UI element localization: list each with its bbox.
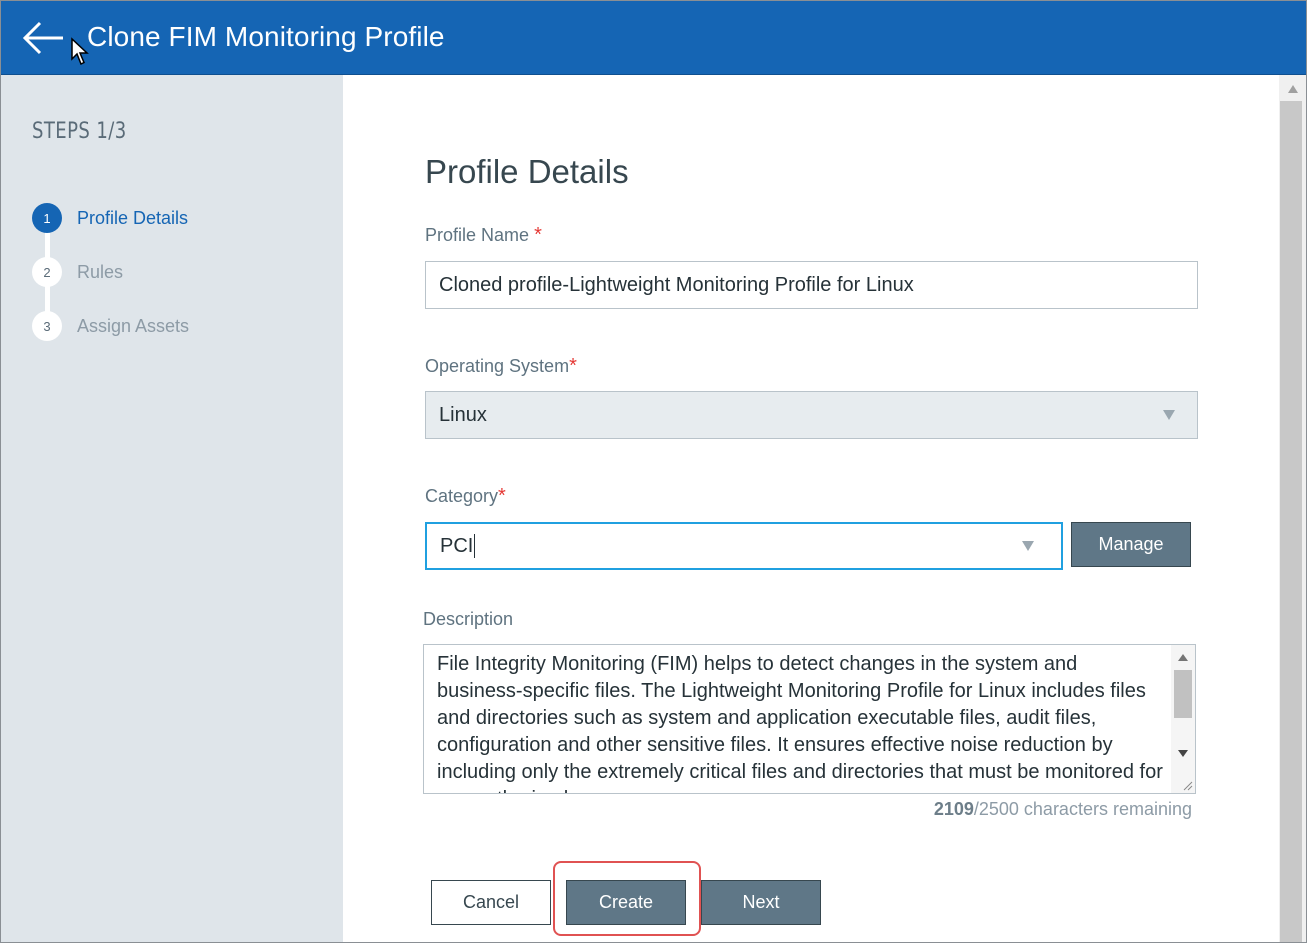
scroll-up-icon[interactable] [1178,654,1188,661]
header-bar: Clone FIM Monitoring Profile [1,1,1306,75]
description-label: Description [423,609,514,629]
steps-counter: STEPS 1/3 [32,119,127,144]
cancel-button[interactable]: Cancel [431,880,551,925]
chars-max-text: /2500 characters remaining [973,799,1192,819]
required-marker: * [498,485,506,507]
required-marker: * [534,224,542,246]
chevron-down-icon [1163,410,1175,420]
resize-grip-icon[interactable] [1181,779,1193,791]
page-title: Clone FIM Monitoring Profile [87,21,445,52]
step-rules[interactable]: 2 Rules [32,257,123,287]
profile-name-input[interactable]: Cloned profile-Lightweight Monitoring Pr… [425,261,1198,309]
chars-remaining: 2109 [933,799,974,819]
operating-system-label: Operating System* [425,355,577,377]
text-cursor [474,534,476,558]
required-marker: * [569,355,577,377]
create-button[interactable]: Create [566,880,686,925]
step-label: Rules [77,261,124,282]
section-title: Profile Details [425,153,629,190]
category-select[interactable]: PCI [425,522,1063,570]
page-scrollbar[interactable] [1279,75,1306,942]
scroll-up-icon[interactable] [1288,85,1298,93]
scrollbar-thumb[interactable] [1174,670,1192,718]
step-profile-details[interactable]: 1 Profile Details [32,203,188,233]
step-label: Profile Details [77,207,189,228]
category-value: PCI [440,534,474,557]
step-number: 1 [32,203,62,233]
operating-system-value: Linux [439,403,487,426]
mouse-pointer-icon [71,37,89,66]
scroll-down-icon[interactable] [1178,750,1188,757]
description-textarea[interactable]: File Integrity Monitoring (FIM) helps to… [423,644,1196,794]
category-label: Category* [425,485,506,507]
step-number: 3 [32,311,62,341]
profile-name-label: Profile Name * [425,224,542,246]
arrow-left-icon [22,21,63,55]
manage-button[interactable]: Manage [1071,522,1191,567]
character-counter: 2109/2500 characters remaining [934,799,1192,820]
step-assign-assets[interactable]: 3 Assign Assets [32,311,189,341]
operating-system-select[interactable]: Linux [425,391,1198,439]
profile-name-value: Cloned profile-Lightweight Monitoring Pr… [439,273,914,296]
step-number: 2 [32,257,62,287]
step-label: Assign Assets [77,315,190,336]
description-scrollbar[interactable] [1171,645,1195,793]
chevron-down-icon [1022,541,1034,551]
next-button[interactable]: Next [701,880,821,925]
description-text: File Integrity Monitoring (FIM) helps to… [437,653,1163,793]
app-window: Clone FIM Monitoring Profile STEPS 1/3 1… [0,0,1307,943]
scrollbar-thumb[interactable] [1280,101,1302,942]
back-button[interactable] [21,19,67,57]
